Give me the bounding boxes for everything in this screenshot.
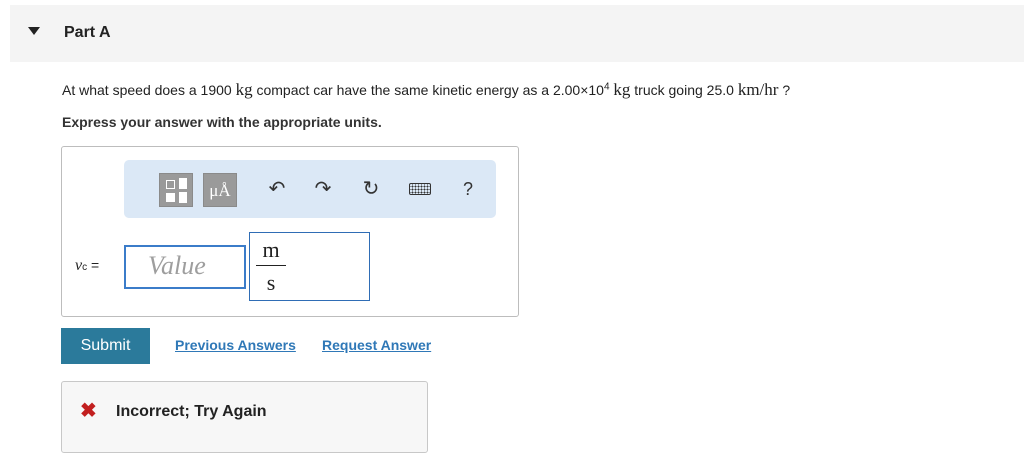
unit-fraction: m s <box>256 239 286 294</box>
request-answer-link[interactable]: Request Answer <box>322 337 431 353</box>
keyboard-shape <box>409 183 431 195</box>
mass-unit-1: kg <box>235 80 253 99</box>
undo-icon[interactable]: ↶ <box>264 176 290 202</box>
template-icon-part <box>179 178 187 189</box>
templates-button[interactable] <box>159 173 193 207</box>
keyboard-icon[interactable] <box>406 176 434 202</box>
part-title: Part A <box>64 24 111 41</box>
units-input[interactable]: m s <box>249 232 370 301</box>
question-part-2: compact car have the same kinetic energy… <box>256 82 604 98</box>
help-icon[interactable]: ? <box>455 176 481 202</box>
question-part-4: ? <box>782 82 791 98</box>
exponent: 4 <box>603 81 610 93</box>
question-part-3: truck going 25.0 <box>634 82 734 98</box>
template-icon-part <box>166 193 175 202</box>
part-header <box>10 5 1024 62</box>
instruction-text: Express your answer with the appropriate… <box>62 114 382 130</box>
mass-unit-2: kg <box>613 80 631 99</box>
question-text: At what speed does a 1900 kg compact car… <box>62 80 790 100</box>
value-input[interactable]: Value <box>124 245 246 289</box>
submit-button[interactable]: Submit <box>61 328 150 364</box>
template-icon-part <box>179 192 187 203</box>
equals-sign: = <box>91 257 100 273</box>
unit-denominator: s <box>266 270 276 295</box>
units-button[interactable]: μÅ <box>203 173 237 207</box>
template-icon-part <box>166 180 175 189</box>
question-part-1: At what speed does a 1900 <box>62 82 232 98</box>
previous-answers-link[interactable]: Previous Answers <box>175 337 296 353</box>
variable-label: vc = <box>75 257 99 275</box>
collapse-triangle-icon[interactable] <box>28 27 40 35</box>
fraction-bar <box>256 265 286 266</box>
feedback-text: Incorrect; Try Again <box>116 403 267 420</box>
unit-numerator: m <box>262 237 280 262</box>
incorrect-x-icon: ✖ <box>80 400 97 422</box>
reset-icon[interactable]: ↻ <box>358 176 384 202</box>
redo-icon[interactable]: ↷ <box>310 176 336 202</box>
speed-unit: km/hr <box>737 80 779 99</box>
variable-subscript: c <box>82 262 88 273</box>
